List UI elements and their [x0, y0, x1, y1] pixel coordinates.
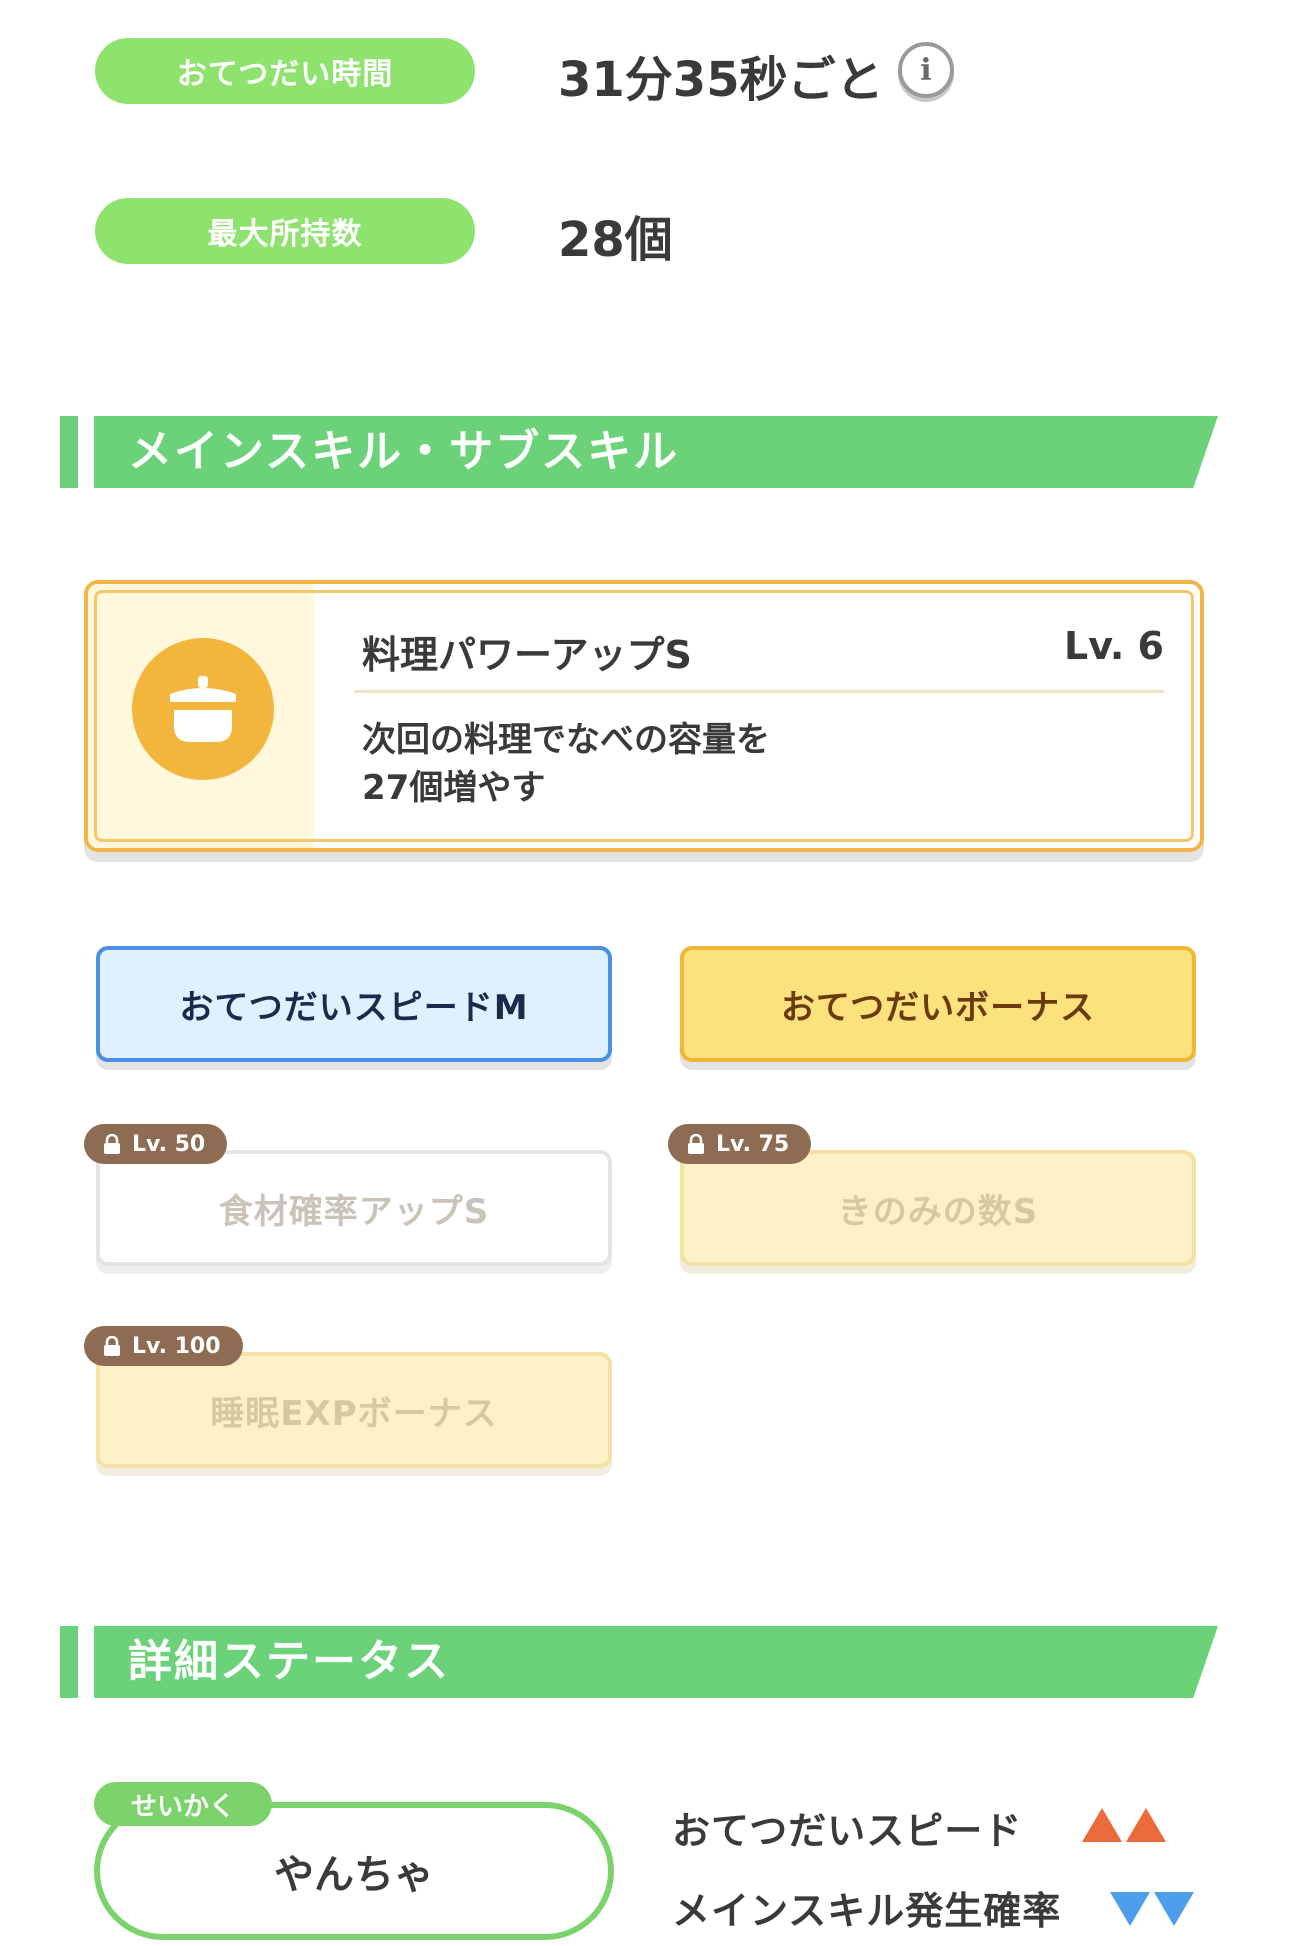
- main-skill-card[interactable]: 料理パワーアップS Lv. 6 次回の料理でなべの容量を 27個増やす: [84, 580, 1204, 852]
- sub-skill-sleep-exp-bonus[interactable]: 睡眠EXPボーナス: [96, 1352, 612, 1468]
- section-title: メインスキル・サブスキル: [128, 426, 680, 477]
- nature-value: やんちゃ: [274, 1852, 434, 1898]
- nature-tag: せいかく: [94, 1782, 272, 1826]
- lock-level: Lv. 100: [132, 1333, 221, 1359]
- help-time-label: おてつだい時間: [95, 38, 475, 104]
- effect-main-skill-chance: メインスキル発生確率: [672, 1880, 1061, 1935]
- increase-indicator: [1082, 1808, 1170, 1846]
- main-skill-name: 料理パワーアップS: [362, 633, 692, 677]
- section-title: 詳細ステータス: [128, 1636, 450, 1687]
- detail-section-header: 詳細ステータス: [60, 1626, 1220, 1698]
- effect-help-speed: おてつだいスピード: [672, 1800, 1022, 1855]
- description-line-1: 次回の料理でなべの容量を: [362, 720, 770, 760]
- info-icon: i: [920, 52, 932, 88]
- skills-section-header: メインスキル・サブスキル: [60, 416, 1220, 488]
- lock-badge-lv50: Lv. 50: [84, 1124, 228, 1164]
- lock-level: Lv. 75: [716, 1131, 790, 1157]
- skill-divider: [354, 690, 1164, 693]
- main-skill-level: Lv. 6: [1064, 624, 1164, 668]
- effect-label: おてつだいスピード: [672, 1809, 1023, 1853]
- max-carry-label: 最大所持数: [95, 198, 475, 264]
- sub-skill-help-speed-m[interactable]: おてつだいスピードM: [96, 946, 612, 1062]
- sub-skill-ingredient-finder-s[interactable]: 食材確率アップS: [96, 1150, 612, 1266]
- effect-label: メインスキル発生確率: [672, 1889, 1062, 1933]
- max-carry-value: 28個: [558, 212, 673, 268]
- lock-icon: [686, 1133, 706, 1154]
- help-time-value: 31分35秒ごと: [558, 52, 884, 108]
- lock-badge-lv100: Lv. 100: [84, 1326, 243, 1366]
- decrease-indicator: [1110, 1892, 1198, 1930]
- section-marker: [60, 1626, 78, 1698]
- triangle-up-icon: [1126, 1808, 1166, 1842]
- sub-skill-help-bonus[interactable]: おてつだいボーナス: [680, 946, 1196, 1062]
- info-button[interactable]: i: [898, 42, 954, 98]
- lock-badge-lv75: Lv. 75: [668, 1124, 812, 1164]
- lock-level: Lv. 50: [132, 1131, 206, 1157]
- sub-skill-berry-finding-s[interactable]: きのみの数S: [680, 1150, 1196, 1266]
- triangle-down-icon: [1110, 1892, 1150, 1926]
- main-skill-description: 次回の料理でなべの容量を 27個増やす: [362, 716, 1122, 812]
- lock-icon: [102, 1335, 122, 1356]
- triangle-up-icon: [1082, 1808, 1122, 1842]
- lock-icon: [102, 1133, 122, 1154]
- description-line-2: 27個増やす: [362, 768, 546, 808]
- section-marker: [60, 416, 78, 488]
- triangle-down-icon: [1154, 1892, 1194, 1926]
